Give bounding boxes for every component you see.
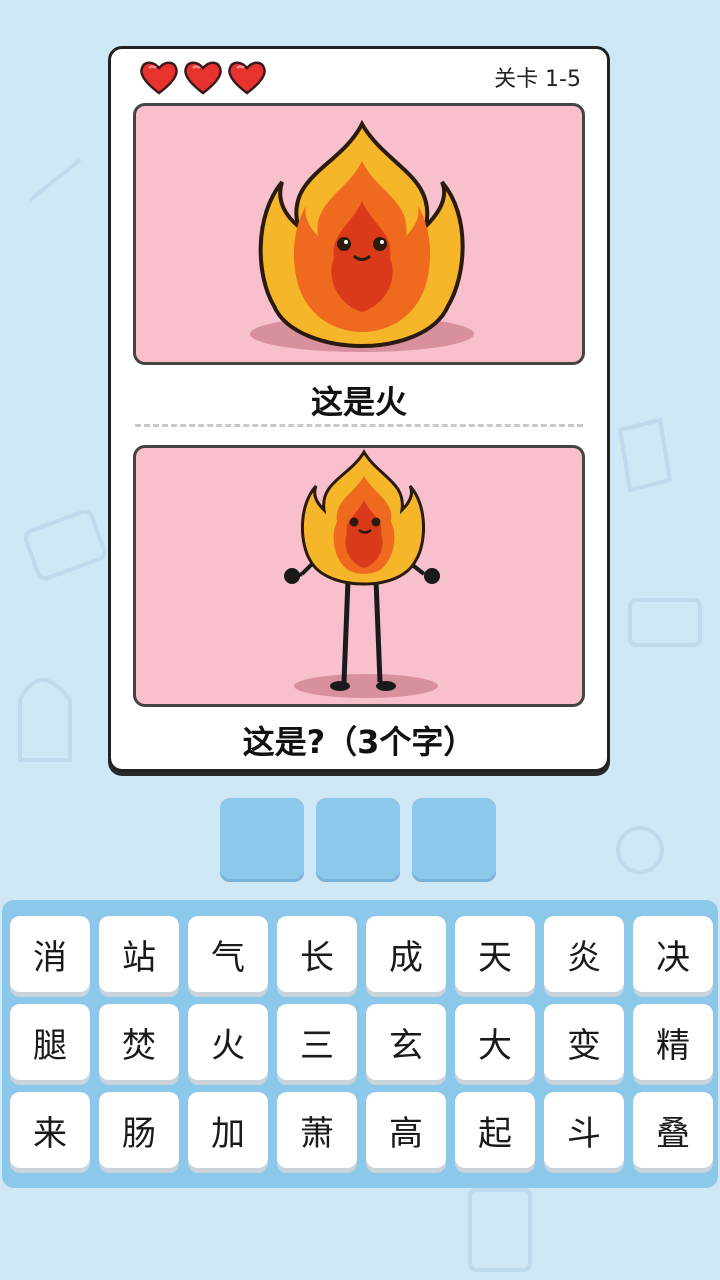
character-key[interactable]: 来 — [10, 1092, 90, 1168]
character-key[interactable]: 站 — [99, 916, 179, 992]
character-key[interactable]: 肠 — [99, 1092, 179, 1168]
character-key[interactable]: 高 — [366, 1092, 446, 1168]
answer-slot[interactable] — [316, 798, 400, 882]
level-label: 关卡 1-5 — [494, 67, 581, 92]
character-key[interactable]: 大 — [455, 1004, 535, 1080]
character-key[interactable]: 萧 — [277, 1092, 357, 1168]
prompt-caption: 这是?（3个字） — [242, 723, 476, 761]
character-key[interactable]: 斗 — [544, 1092, 624, 1168]
answer-slots — [220, 798, 496, 882]
key-grid: 消 站 气 长 成 天 炎 决 腿 焚 火 三 玄 大 变 精 来 肠 加 萧 … — [10, 916, 713, 1168]
character-key[interactable]: 起 — [455, 1092, 535, 1168]
character-key[interactable]: 火 — [188, 1004, 268, 1080]
character-key[interactable]: 成 — [366, 916, 446, 992]
fire-with-legs-icon — [284, 449, 440, 698]
character-key[interactable]: 炎 — [544, 916, 624, 992]
question-card: 关卡 1-5 这是火 这是?（3个字） — [108, 46, 610, 772]
character-key[interactable]: 变 — [544, 1004, 624, 1080]
character-key[interactable]: 叠 — [633, 1092, 713, 1168]
heart-icon — [184, 61, 222, 95]
heart-icon — [228, 61, 266, 95]
character-key[interactable]: 腿 — [10, 1004, 90, 1080]
example-picture — [133, 103, 585, 365]
character-key[interactable]: 决 — [633, 916, 713, 992]
character-key[interactable]: 天 — [455, 916, 535, 992]
lives-display — [139, 59, 267, 95]
character-key[interactable]: 气 — [188, 916, 268, 992]
answer-slot[interactable] — [220, 798, 304, 882]
fire-character-icon — [250, 119, 474, 352]
character-key[interactable]: 长 — [277, 916, 357, 992]
character-key[interactable]: 三 — [277, 1004, 357, 1080]
divider — [135, 424, 583, 427]
character-keyboard: 消 站 气 长 成 天 炎 决 腿 焚 火 三 玄 大 变 精 来 肠 加 萧 … — [2, 900, 718, 1188]
character-key[interactable]: 玄 — [366, 1004, 446, 1080]
example-caption: 这是火 — [310, 383, 407, 421]
character-key[interactable]: 加 — [188, 1092, 268, 1168]
character-key[interactable]: 精 — [633, 1004, 713, 1080]
character-key[interactable]: 焚 — [99, 1004, 179, 1080]
answer-slot[interactable] — [412, 798, 496, 882]
character-key[interactable]: 消 — [10, 916, 90, 992]
prompt-picture — [133, 445, 585, 707]
heart-icon — [140, 61, 178, 95]
